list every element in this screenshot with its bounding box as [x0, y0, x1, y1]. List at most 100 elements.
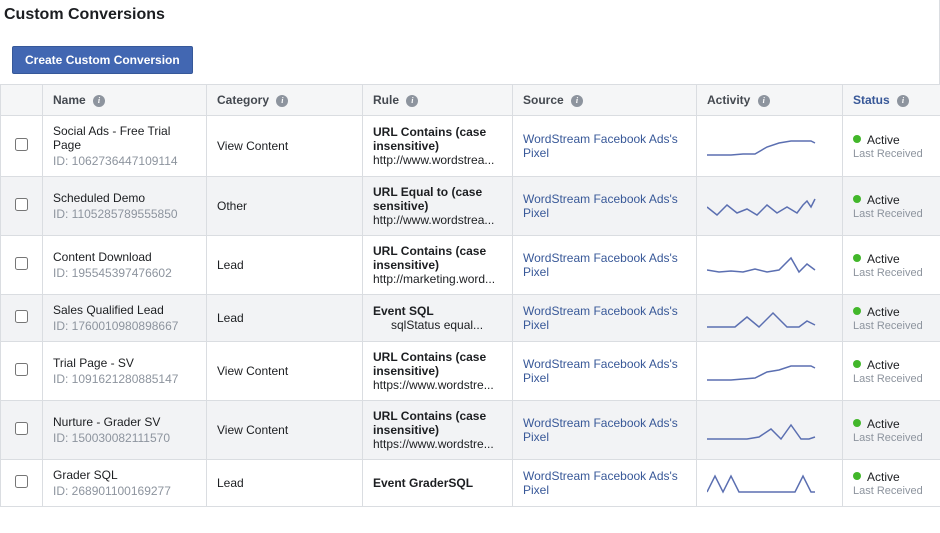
column-source[interactable]: Source i: [513, 85, 697, 116]
status-dot-icon: [853, 419, 861, 427]
category-cell: View Content: [207, 401, 363, 460]
table-row[interactable]: Scheduled DemoID: 1105285789555850OtherU…: [1, 177, 940, 236]
checkbox-cell: [1, 401, 43, 460]
rule-sub: http://www.wordstrea...: [373, 213, 502, 227]
row-checkbox[interactable]: [15, 138, 28, 151]
status-text: Active: [867, 357, 900, 371]
create-custom-conversion-button[interactable]: Create Custom Conversion: [12, 46, 193, 74]
status-dot-icon: [853, 360, 861, 368]
status-text: Active: [867, 251, 900, 265]
status-subtext: Last Received: [853, 148, 930, 160]
rule-main: Event SQL: [373, 304, 502, 318]
status-cell: Active Last Received: [843, 295, 940, 342]
table-row[interactable]: Trial Page - SVID: 1091621280885147View …: [1, 342, 940, 401]
source-cell: WordStream Facebook Ads's Pixel: [513, 342, 697, 401]
source-cell: WordStream Facebook Ads's Pixel: [513, 236, 697, 295]
table-row[interactable]: Grader SQLID: 268901100169277LeadEvent G…: [1, 460, 940, 507]
conversion-id: ID: 1105285789555850: [53, 207, 196, 221]
source-cell: WordStream Facebook Ads's Pixel: [513, 460, 697, 507]
checkbox-cell: [1, 342, 43, 401]
rule-cell: Event SQLsqlStatus equal...: [363, 295, 513, 342]
row-checkbox[interactable]: [15, 475, 28, 488]
status-dot-icon: [853, 472, 861, 480]
source-link[interactable]: WordStream Facebook Ads's Pixel: [523, 192, 678, 220]
conversion-id: ID: 150030082111570: [53, 431, 196, 445]
rule-cell: URL Contains (case insensitive)https://w…: [363, 401, 513, 460]
info-icon[interactable]: i: [897, 95, 909, 107]
column-status-label: Status: [853, 93, 890, 107]
info-icon[interactable]: i: [571, 95, 583, 107]
column-name[interactable]: Name i: [43, 85, 207, 116]
conversion-name: Sales Qualified Lead: [53, 303, 196, 317]
status-cell: ActiveLast Received: [843, 460, 940, 507]
status-dot-icon: [853, 195, 861, 203]
column-activity[interactable]: Activity i: [697, 85, 843, 116]
name-cell: Trial Page - SVID: 1091621280885147: [43, 342, 207, 401]
status-cell: ActiveLast Received: [843, 236, 940, 295]
row-checkbox[interactable]: [15, 363, 28, 376]
column-name-label: Name: [53, 93, 86, 107]
column-check: [1, 85, 43, 116]
name-cell: Content DownloadID: 195545397476602: [43, 236, 207, 295]
status-text: Active: [867, 304, 900, 318]
name-cell: Social Ads - Free Trial PageID: 10627364…: [43, 116, 207, 177]
status-text: Active: [867, 469, 900, 483]
table-row[interactable]: Social Ads - Free Trial PageID: 10627364…: [1, 116, 940, 177]
column-rule[interactable]: Rule i: [363, 85, 513, 116]
activity-sparkline: [707, 417, 817, 443]
info-icon[interactable]: i: [758, 95, 770, 107]
activity-cell: [697, 236, 843, 295]
source-link[interactable]: WordStream Facebook Ads's Pixel: [523, 132, 678, 160]
activity-sparkline: [707, 133, 817, 159]
activity-cell: [697, 342, 843, 401]
info-icon[interactable]: i: [93, 95, 105, 107]
conversion-name: Trial Page - SV: [53, 356, 196, 370]
checkbox-cell: [1, 177, 43, 236]
status-dot-icon: [853, 254, 861, 262]
rule-cell: Event GraderSQL: [363, 460, 513, 507]
info-icon[interactable]: i: [406, 95, 418, 107]
info-icon[interactable]: i: [276, 95, 288, 107]
activity-cell: [697, 116, 843, 177]
source-link[interactable]: WordStream Facebook Ads's Pixel: [523, 304, 678, 332]
activity-sparkline: [707, 305, 817, 331]
conversion-id: ID: 1760010980898667: [53, 319, 196, 333]
status-cell: ActiveLast Received: [843, 401, 940, 460]
source-link[interactable]: WordStream Facebook Ads's Pixel: [523, 469, 678, 497]
table-row[interactable]: Content DownloadID: 195545397476602LeadU…: [1, 236, 940, 295]
toolbar: Create Custom Conversion: [0, 36, 939, 84]
row-checkbox[interactable]: [15, 198, 28, 211]
status-dot-icon: [853, 135, 861, 143]
status-cell: Active Last Received: [843, 177, 940, 236]
row-checkbox[interactable]: [15, 422, 28, 435]
status-subtext: Last Received: [853, 320, 930, 332]
source-link[interactable]: WordStream Facebook Ads's Pixel: [523, 416, 678, 444]
activity-cell: [697, 295, 843, 342]
rule-cell: URL Contains (case insensitive)http://ww…: [363, 116, 513, 177]
conversion-id: ID: 268901100169277: [53, 484, 196, 498]
table-row[interactable]: Sales Qualified Lead ID: 1760010980898667…: [1, 295, 940, 342]
activity-sparkline: [707, 470, 817, 496]
conversion-name: Content Download: [53, 250, 196, 264]
status-cell: ActiveLast Received: [843, 116, 940, 177]
row-checkbox[interactable]: [15, 310, 28, 323]
status-subtext: Last Received: [853, 208, 930, 220]
table-row[interactable]: Nurture - Grader SVID: 150030082111570Vi…: [1, 401, 940, 460]
category-cell: Other: [207, 177, 363, 236]
checkbox-cell: [1, 236, 43, 295]
status-text: Active: [867, 192, 900, 206]
column-activity-label: Activity: [707, 93, 750, 107]
source-cell: WordStream Facebook Ads's Pixel: [513, 295, 697, 342]
source-link[interactable]: WordStream Facebook Ads's Pixel: [523, 251, 678, 279]
column-category[interactable]: Category i: [207, 85, 363, 116]
status-text: Active: [867, 416, 900, 430]
column-status[interactable]: Status i: [843, 85, 940, 116]
rule-sub: https://www.wordstre...: [373, 437, 502, 451]
conversion-name: Scheduled Demo: [53, 191, 196, 205]
source-link[interactable]: WordStream Facebook Ads's Pixel: [523, 357, 678, 385]
rule-sub: http://www.wordstrea...: [373, 153, 502, 167]
rule-main: Event GraderSQL: [373, 476, 502, 490]
rule-sub: https://www.wordstre...: [373, 378, 502, 392]
row-checkbox[interactable]: [15, 257, 28, 270]
activity-sparkline: [707, 358, 817, 384]
